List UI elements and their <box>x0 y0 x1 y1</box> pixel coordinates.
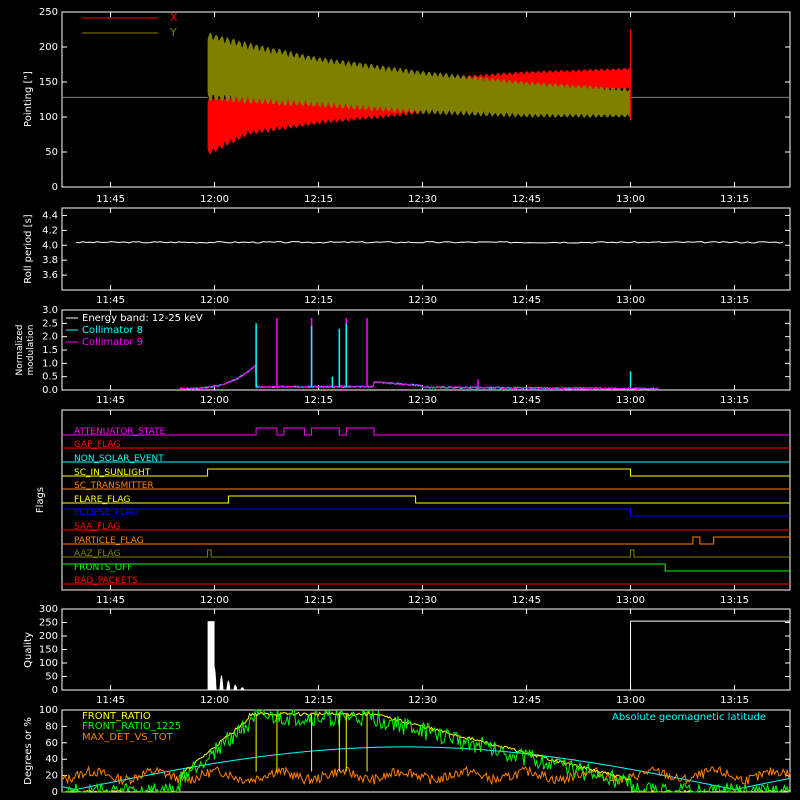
flags-ylabel: Flags <box>35 487 46 513</box>
x-tick-label: 12:30 <box>408 295 437 306</box>
y-tick-label: 0.5 <box>42 372 58 383</box>
x-tick-label: 12:45 <box>512 194 541 205</box>
y-tick-label: 0 <box>52 685 58 696</box>
y-tick-label: 50 <box>45 672 58 683</box>
y-tick-label: 40 <box>45 754 58 765</box>
legend-label-x: X <box>170 11 178 24</box>
y-tick-label: 80 <box>45 721 58 732</box>
y-tick-label: 150 <box>39 77 58 88</box>
pointing-ylabel: Pointing ["] <box>23 71 34 127</box>
x-tick-label: 11:45 <box>96 295 125 306</box>
x-tick-label: 12:30 <box>408 194 437 205</box>
ratio-ylabel: Degrees or % <box>23 717 34 785</box>
roll-ylabel: Roll period [s] <box>23 214 34 283</box>
y-tick-label: 60 <box>45 738 58 749</box>
y-tick-label: 200 <box>39 631 58 642</box>
x-tick-label: 12:45 <box>512 395 541 406</box>
y-tick-label: 150 <box>39 645 58 656</box>
y-tick-label: 1.5 <box>42 345 58 356</box>
x-tick-label: 12:15 <box>304 194 333 205</box>
y-tick-label: 100 <box>39 112 58 123</box>
x-tick-label: 13:00 <box>616 194 645 205</box>
x-tick-label: 12:15 <box>304 295 333 306</box>
x-tick-label: 13:15 <box>720 295 749 306</box>
legend-geomag: Absolute geomagnetic latitude <box>612 712 766 723</box>
rhessi-quicklook-figure: Pointing ["] 050100150200250 11:45 12:00 1… <box>0 0 800 800</box>
modulation-ylabel-line1: Normalized <box>15 324 25 375</box>
x-tick-label: 12:00 <box>200 395 229 406</box>
y-tick-label: 250 <box>39 618 58 629</box>
y-tick-label: 4.0 <box>42 240 58 251</box>
y-tick-label: 200 <box>39 42 58 53</box>
x-tick-label: 12:45 <box>512 695 541 706</box>
x-tick-label: 11:45 <box>96 695 125 706</box>
x-tick-label: 13:00 <box>616 695 645 706</box>
y-tick-label: 300 <box>39 604 58 615</box>
x-tick-label: 13:15 <box>720 194 749 205</box>
x-tick-label: 11:45 <box>96 595 125 606</box>
y-tick-label: 100 <box>39 658 58 669</box>
modulation-ylabel-line2: modulation <box>26 325 36 376</box>
y-tick-label: 100 <box>39 705 58 716</box>
y-tick-label: 4.2 <box>42 225 58 236</box>
x-tick-label: 12:30 <box>408 395 437 406</box>
x-tick-label: 12:45 <box>512 295 541 306</box>
x-tick-label: 12:15 <box>304 595 333 606</box>
y-tick-label: 2.5 <box>42 318 58 329</box>
x-tick-label: 12:30 <box>408 595 437 606</box>
x-tick-label: 13:15 <box>720 695 749 706</box>
x-tick-label: 12:15 <box>304 695 333 706</box>
y-tick-label: 0 <box>52 182 58 193</box>
x-tick-label: 12:00 <box>200 295 229 306</box>
y-tick-label: 0 <box>52 787 58 798</box>
x-tick-label: 11:45 <box>96 395 125 406</box>
y-tick-label: 1.0 <box>42 358 58 369</box>
x-tick-label: 11:45 <box>96 194 125 205</box>
legend-label-band: Energy band: 12-25 keV <box>82 313 203 324</box>
legend-front-ratio-1225: FRONT_RATIO_1225 <box>82 721 181 732</box>
x-tick-label: 13:00 <box>616 595 645 606</box>
y-tick-label: 3.6 <box>42 270 58 281</box>
legend-label-c8: Collimator 8 <box>82 325 143 336</box>
y-tick-label: 250 <box>39 7 58 18</box>
x-tick-label: 12:00 <box>200 595 229 606</box>
y-tick-label: 3.8 <box>42 255 58 266</box>
legend-label-y: Y <box>169 26 177 39</box>
y-tick-label: 20 <box>45 771 58 782</box>
x-tick-label: 13:15 <box>720 595 749 606</box>
x-tick-label: 13:00 <box>616 395 645 406</box>
x-tick-label: 12:45 <box>512 595 541 606</box>
y-tick-label: 2.0 <box>42 332 58 343</box>
y-tick-label: 3.0 <box>42 305 58 316</box>
quality-ylabel: Quality <box>23 632 34 668</box>
legend-label-c9: Collimator 9 <box>82 337 143 348</box>
x-tick-label: 13:00 <box>616 295 645 306</box>
x-tick-label: 12:00 <box>200 194 229 205</box>
y-tick-label: 0.0 <box>42 385 58 396</box>
y-tick-label: 50 <box>45 147 58 158</box>
y-tick-label: 4.4 <box>42 210 58 221</box>
x-tick-label: 12:30 <box>408 695 437 706</box>
x-tick-label: 13:15 <box>720 395 749 406</box>
legend-max-det: MAX_DET_VS_TOT <box>82 732 174 743</box>
x-tick-label: 12:15 <box>304 395 333 406</box>
x-tick-label: 12:00 <box>200 695 229 706</box>
